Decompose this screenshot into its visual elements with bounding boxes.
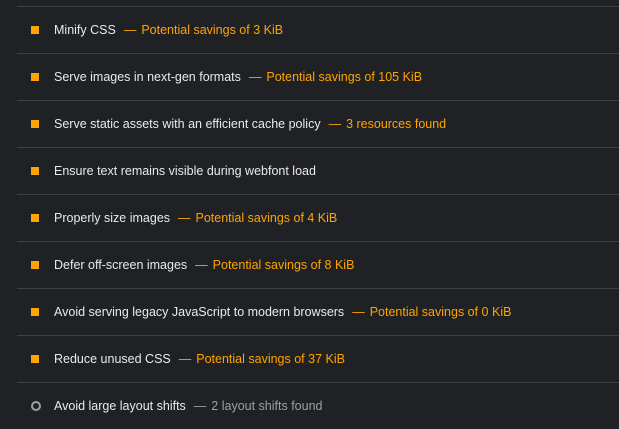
audit-separator: — [248,70,262,84]
audit-row[interactable]: Avoid serving legacy JavaScript to moder… [17,289,619,336]
audit-separator: — [178,211,191,225]
audit-status-indicator [17,355,54,363]
audit-row[interactable]: Minify CSS — Potential savings of 3 KiB [17,7,619,54]
audit-row[interactable]: Serve images in next-gen formats — Potenti… [17,54,619,101]
audit-title: Reduce unused CSS [54,352,171,366]
audit-separator: — [352,305,365,319]
audit-separator: — [328,117,342,131]
audit-status-indicator [17,73,54,81]
audit-title: Serve static assets with an efficient ca… [54,117,321,131]
audit-list: Minify CSS — Potential savings of 3 KiB Ser… [17,7,619,429]
audit-title: Ensure text remains visible during webfo… [54,164,316,178]
audit-status-indicator [17,308,54,316]
audit-status-indicator [17,167,54,175]
audit-title: Avoid serving legacy JavaScript to moder… [54,305,345,319]
orange-square-icon [31,120,39,128]
grey-circle-icon [31,401,41,411]
audit-display-value: 2 layout shifts found [211,399,323,413]
audit-title: Serve images in next-gen formats [54,70,241,84]
audit-row[interactable]: Properly size images — Potential savings o… [17,195,619,242]
audit-display-value: Potential savings of 0 KiB [369,305,512,319]
audit-row[interactable]: Defer off-screen images — Potential saving… [17,242,619,289]
audit-title: Properly size images [54,211,171,225]
audit-separator: — [123,23,137,37]
audit-display-value: Potential savings of 105 KiB [266,70,423,84]
audit-separator: — [193,399,207,413]
audit-display-value: 3 resources found [346,117,447,131]
orange-square-icon [31,73,39,81]
audit-row[interactable]: Avoid large layout shifts — 2 layout shift… [17,383,619,429]
orange-square-icon [31,26,39,34]
orange-square-icon [31,308,39,316]
audit-row[interactable]: Ensure text remains visible during webfo… [17,148,619,195]
orange-square-icon [31,167,39,175]
audit-title: Defer off-screen images [54,258,188,272]
audit-display-value: Potential savings of 4 KiB [195,211,338,225]
orange-square-icon [31,214,39,222]
audit-status-indicator [17,261,54,269]
audit-title: Avoid large layout shifts [54,399,186,413]
audit-row[interactable]: Reduce unused CSS — Potential savings of 3… [17,336,619,383]
audit-display-value: Potential savings of 3 KiB [141,23,284,37]
audit-status-indicator [17,401,54,411]
orange-square-icon [31,261,39,269]
audit-display-value: Potential savings of 37 KiB [196,352,345,366]
audit-status-indicator [17,26,54,34]
audit-status-indicator [17,214,54,222]
audit-title: Minify CSS [54,23,116,37]
audit-row[interactable]: Serve static assets with an efficient ca… [17,101,619,148]
audit-status-indicator [17,120,54,128]
orange-square-icon [31,355,39,363]
audit-separator: — [178,352,192,366]
audit-separator: — [195,258,208,272]
audit-display-value: Potential savings of 8 KiB [212,258,355,272]
